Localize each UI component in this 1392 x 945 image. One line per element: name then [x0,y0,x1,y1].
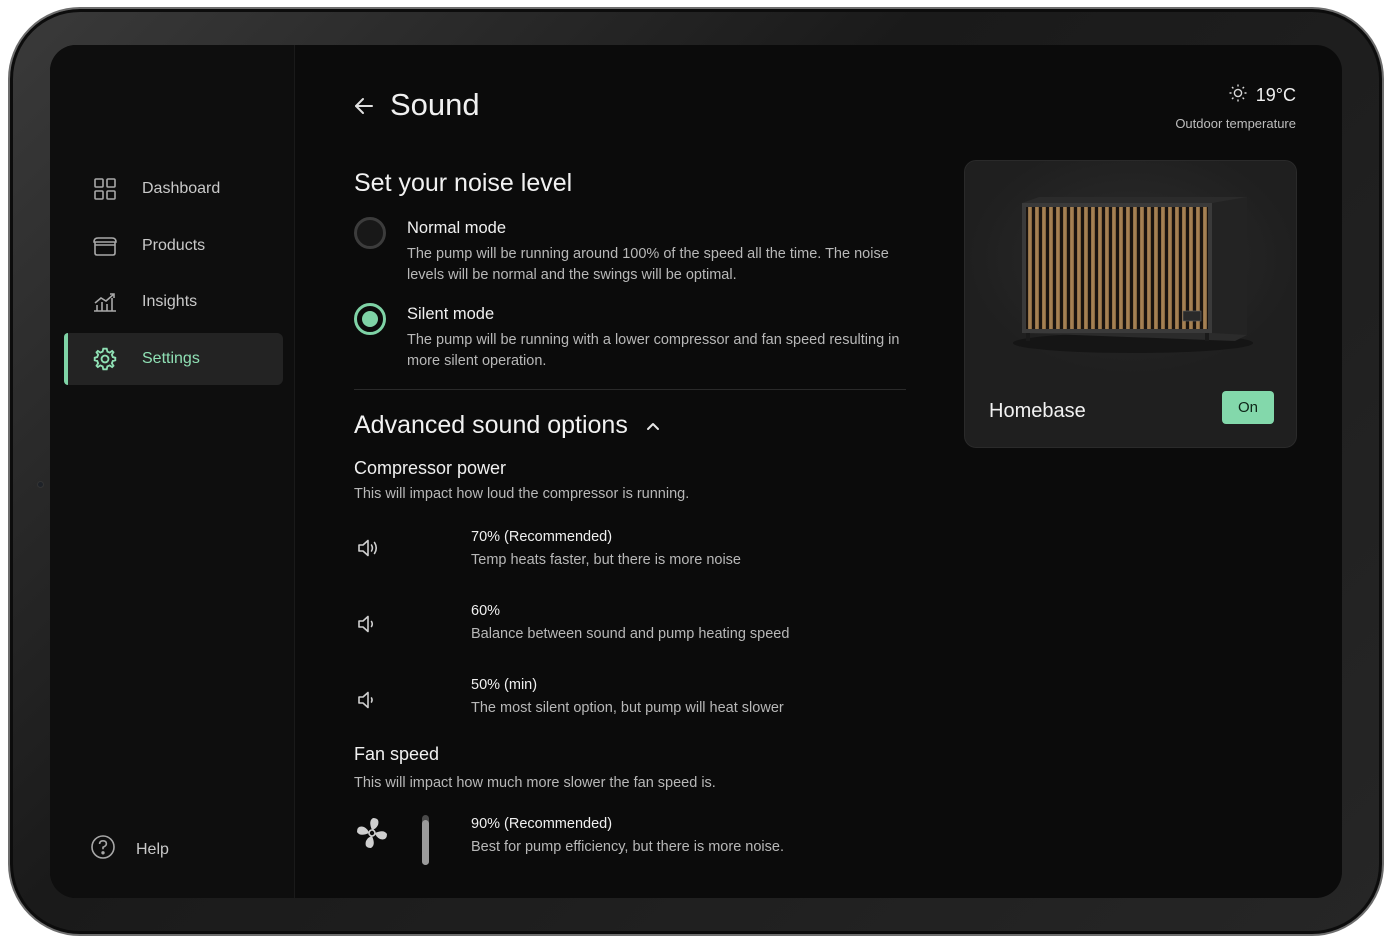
volume-medium-icon [356,611,382,637]
volume-high-icon [356,535,382,561]
product-card[interactable]: Homebase On [964,160,1297,448]
help-label: Help [136,840,169,858]
option-description: The most silent option, but pump will he… [471,700,784,716]
fan-speed-subtitle: This will impact how much more slower th… [354,775,716,791]
sidebar-item-products[interactable]: Products [64,220,283,272]
normal-mode-title: Normal mode [407,219,507,237]
fan-speed-slider-fill [422,820,429,865]
app-screen: Dashboard Products Insights Settings Hel… [50,45,1342,898]
outdoor-temperature: 19°C Outdoor temperature [1175,83,1296,131]
advanced-sound-toggle[interactable]: Advanced sound options [354,411,662,440]
grid-icon [91,175,119,203]
section-divider [354,389,906,390]
option-title: 90% (Recommended) [471,816,613,832]
normal-mode-option[interactable]: Normal mode The pump will be running aro… [354,217,907,286]
advanced-heading: Advanced sound options [354,411,628,439]
volume-low-icon [356,687,382,713]
fan-speed-title: Fan speed [354,744,440,764]
sidebar-item-label: Settings [142,350,200,367]
fan-speed-slider[interactable] [422,815,429,865]
gear-icon [91,345,119,373]
compressor-option-60[interactable]: 60% Balance between sound and pump heati… [354,603,854,647]
sidebar-item-dashboard[interactable]: Dashboard [64,163,283,215]
sidebar-item-insights[interactable]: Insights [64,276,283,328]
sidebar-item-label: Insights [142,293,198,310]
compressor-option-70[interactable]: 70% (Recommended) Temp heats faster, but… [354,529,854,573]
back-arrow-icon[interactable] [352,94,376,118]
silent-mode-radio[interactable] [354,303,386,335]
fan-speed-option[interactable]: 90% (Recommended) Best for pump efficien… [354,816,854,860]
option-title: 70% (Recommended) [471,529,613,545]
option-description: Temp heats faster, but there is more noi… [471,552,741,568]
help-link[interactable]: Help [90,834,169,865]
chevron-up-icon [644,417,662,435]
sidebar: Dashboard Products Insights Settings Hel… [50,45,295,898]
noise-level-heading: Set your noise level [354,169,573,197]
option-title: 60% [471,603,501,619]
sidebar-item-label: Dashboard [142,180,221,197]
silent-mode-option[interactable]: Silent mode The pump will be running wit… [354,303,907,372]
product-power-toggle[interactable]: On [1222,391,1274,424]
fan-icon [354,815,390,851]
camera-dot [37,481,44,488]
option-description: Balance between sound and pump heating s… [471,626,790,642]
option-title: 50% (min) [471,677,538,693]
sun-icon [1228,83,1248,108]
sidebar-item-label: Products [142,237,206,254]
help-icon [90,834,116,865]
normal-mode-description: The pump will be running around 100% of … [407,246,889,283]
box-icon [91,232,119,260]
normal-mode-radio[interactable] [354,217,386,249]
product-name: Homebase [989,400,1086,422]
sidebar-item-settings[interactable]: Settings [64,333,283,385]
temperature-label: Outdoor temperature [1175,116,1296,131]
compressor-option-50[interactable]: 50% (min) The most silent option, but pu… [354,677,854,721]
chart-icon [91,288,119,316]
silent-mode-description: The pump will be running with a lower co… [407,332,900,369]
option-description: Best for pump efficiency, but there is m… [471,839,784,855]
heat-pump-image [965,161,1296,376]
silent-mode-title: Silent mode [407,305,495,323]
compressor-subtitle: This will impact how loud the compressor… [354,486,690,502]
compressor-title: Compressor power [354,458,507,478]
page-title: Sound [390,87,480,122]
temperature-value: 19°C [1255,85,1296,105]
